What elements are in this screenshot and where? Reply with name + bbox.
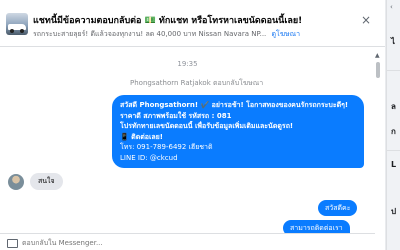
close-icon[interactable]: × [359, 13, 373, 27]
ad-subtitle: รถกระบะสายลุยร์! ดีแล้วจองทุกงาน! ลด 40,… [33, 29, 353, 40]
chevron-left-icon[interactable]: ‹ [390, 3, 393, 11]
details-side-panel: ‹ ไ ล ก L ป [386, 0, 400, 250]
divider [387, 70, 400, 71]
message-line: 📱 ติดต่อเลย! [120, 132, 163, 141]
message-line: LINE ID: @ckcud [120, 153, 178, 162]
message-line: สวัสดี Phongsathorn! ✔️ อย่ารอช้า! โอกาส… [120, 101, 349, 109]
chat-scrollbar[interactable]: ▲ [373, 52, 383, 250]
side-panel-label: ล [391, 102, 396, 111]
view-ad-link[interactable]: ดูโฆษณา [272, 30, 301, 38]
outgoing-short-bubble[interactable]: สวัสดีคะ [318, 200, 358, 216]
scroll-up-icon[interactable]: ▲ [375, 52, 380, 59]
ad-thumbnail[interactable] [6, 13, 28, 35]
car-wheel [20, 29, 24, 33]
ad-title: แชทนี้มีข้อความตอบกลับต่อ 💵 ทักแชท หรือโ… [33, 16, 303, 26]
reply-input[interactable] [22, 237, 362, 249]
message-line: โปรทักทายเลขนัดดอนนี้ เพื่อรับข้อมูลเพิ่… [120, 122, 294, 130]
ad-header: แชทนี้มีข้อความตอบกลับต่อ 💵 ทักแชท หรือโ… [0, 0, 385, 47]
side-panel-label: L [391, 160, 397, 169]
side-panel-label: ป [391, 207, 397, 216]
outgoing-message-bubble[interactable]: สวัสดี Phongsathorn! ✔️ อย่ารอช้า! โอกาส… [112, 95, 364, 168]
contact-avatar[interactable] [8, 174, 24, 190]
side-panel-label: ไ [391, 37, 396, 46]
attachment-icon[interactable] [7, 239, 18, 248]
side-panel-label: ก [391, 127, 396, 136]
reply-context-note: Phongsathorn Ratjakok ตอบกลับโฆษณา [130, 79, 264, 87]
car-wheel [10, 29, 14, 33]
message-timestamp: 19:35 [177, 60, 198, 68]
divider [387, 150, 400, 151]
message-line: โทร: 091-789-6492 เฮียชาติ [120, 143, 213, 151]
scroll-thumb[interactable] [376, 62, 380, 78]
ad-subtitle-text: รถกระบะสายลุยร์! ดีแล้วจองทุกงาน! ลด 40,… [33, 30, 267, 38]
message-composer [0, 233, 375, 250]
incoming-message-bubble[interactable]: สนใจ [30, 173, 63, 190]
message-line: ราคาดี สภาพพร้อมใช้ รหัสรถ : 081 [120, 111, 232, 120]
messenger-panel: แชทนี้มีข้อความตอบกลับต่อ 💵 ทักแชท หรือโ… [0, 0, 385, 250]
